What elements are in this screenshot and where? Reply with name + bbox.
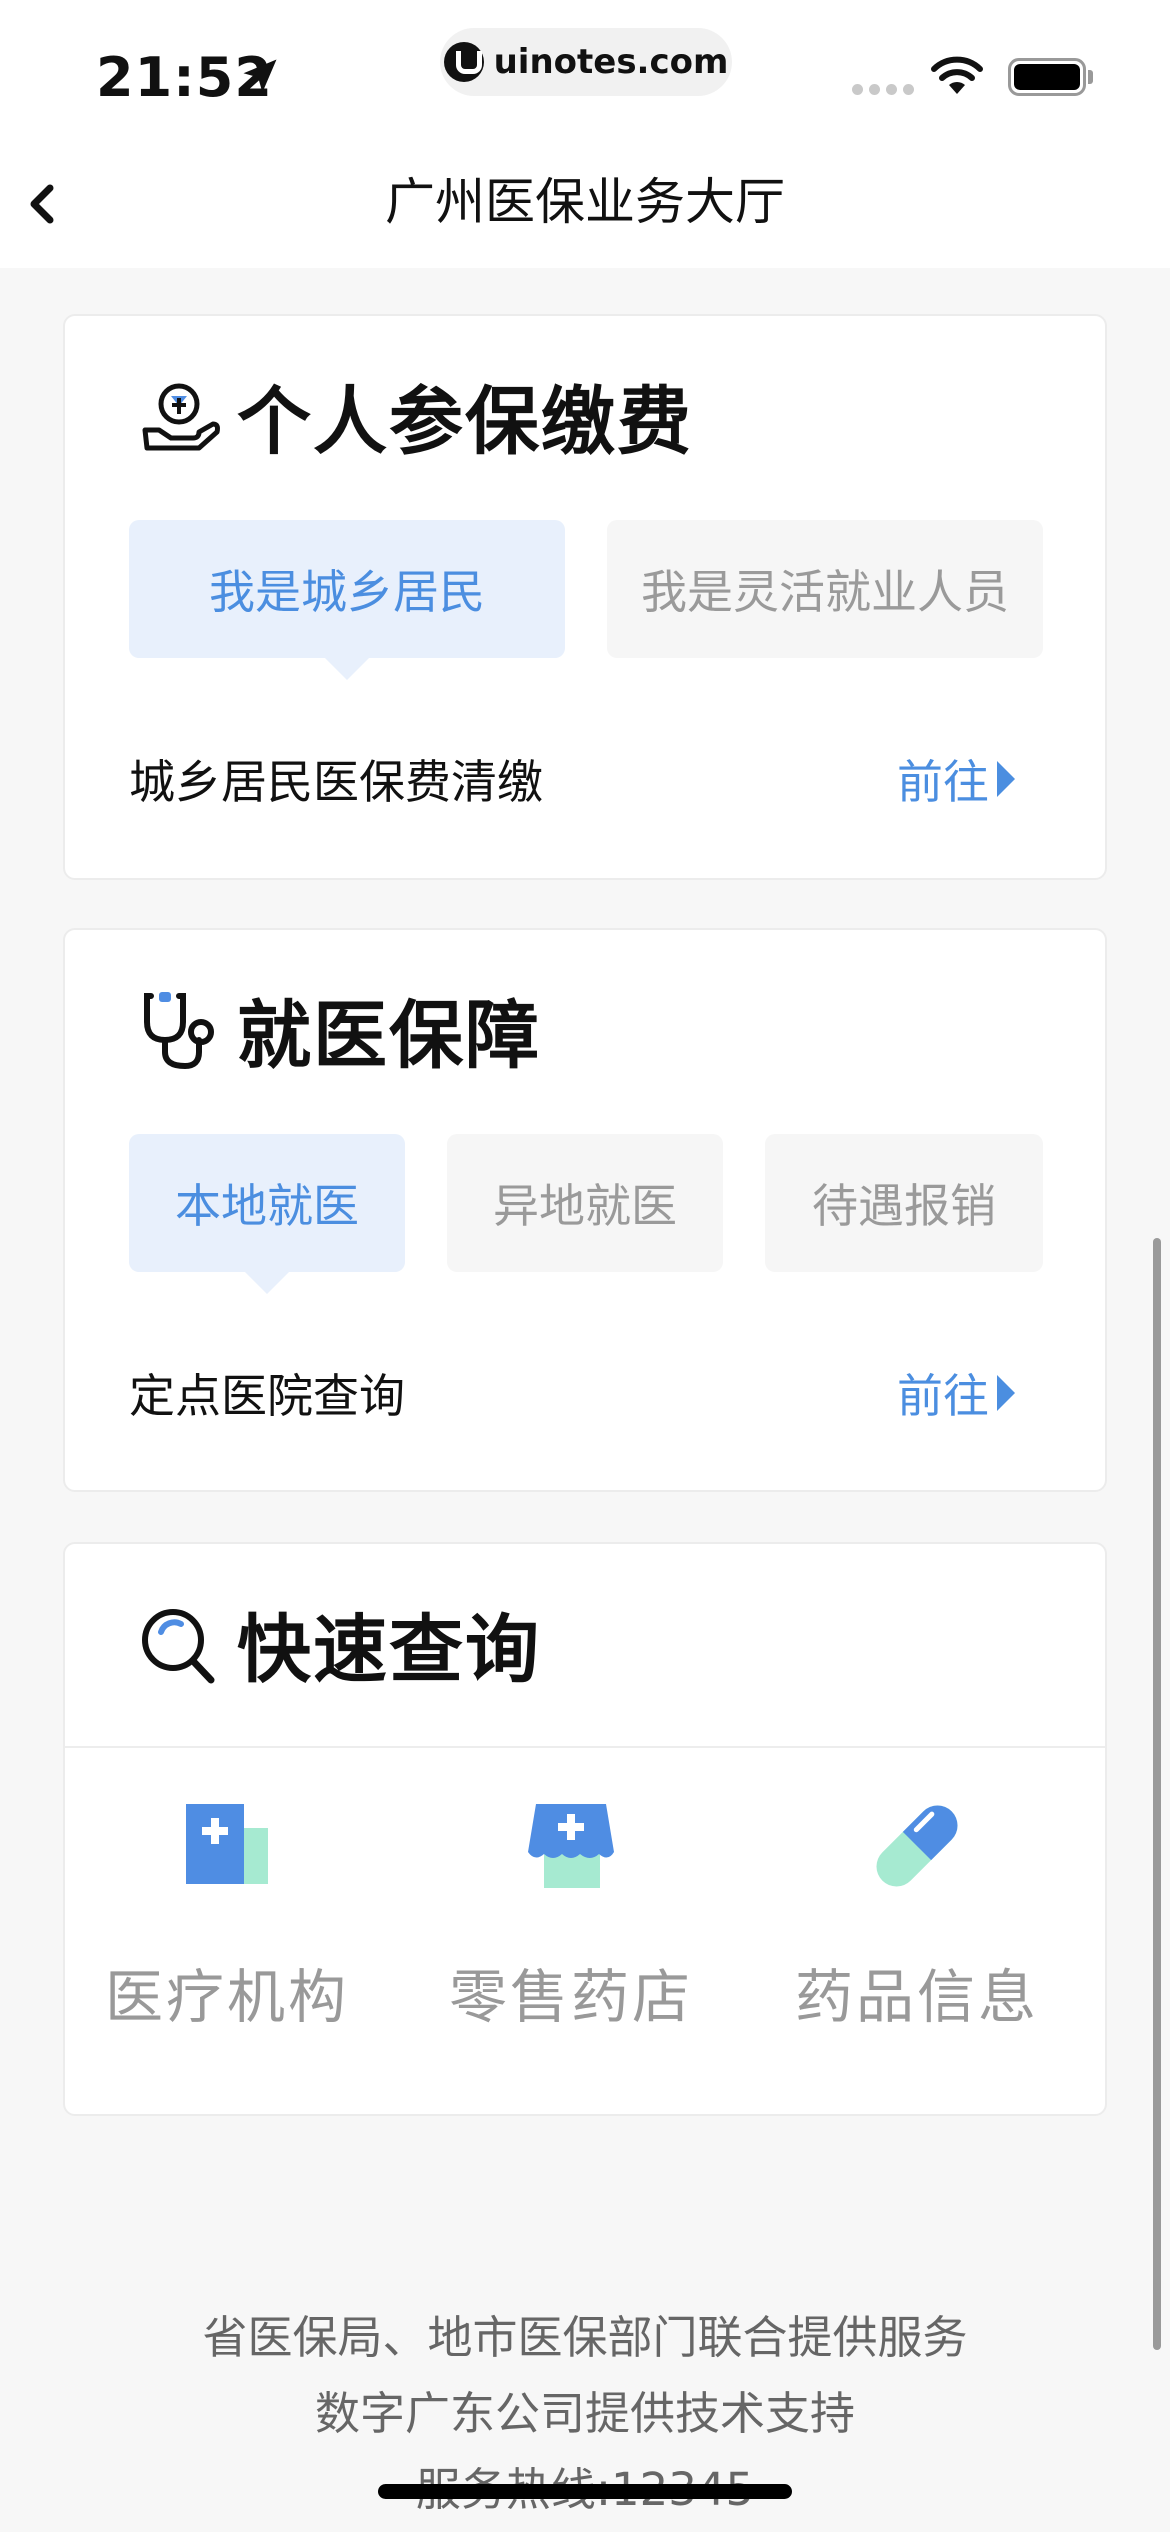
quick-card-divider — [65, 1746, 1105, 1748]
pill-icon — [876, 1805, 958, 1887]
quick-item-drug-label: 药品信息 — [794, 1963, 1039, 2031]
quick-item-hospital-label: 医疗机构 — [104, 1963, 349, 2031]
payment-go-label: 前往 — [897, 755, 989, 809]
payment-row-label: 城乡居民医保费清缴 — [129, 755, 543, 809]
tab-local-medical[interactable]: 本地就医 — [129, 1134, 405, 1294]
quick-card-title: 快速查询 — [237, 1607, 541, 1693]
quick-item-pharmacy-label: 零售药店 — [448, 1963, 693, 2031]
tab-flexible-employee[interactable]: 我是灵活就业人员 — [607, 520, 1043, 658]
hospital-icon — [186, 1804, 268, 1884]
medical-go-link[interactable]: 前往 — [897, 1360, 1015, 1426]
tab-remote-medical[interactable]: 异地就医 — [447, 1134, 723, 1272]
medical-row-label: 定点医院查询 — [129, 1369, 405, 1423]
url-pill[interactable]: uinotes.com — [440, 28, 732, 96]
quick-item-pharmacy[interactable]: 零售药店 — [411, 1796, 731, 2034]
footer-line-service: 省医保局、地市医保部门联合提供服务 — [202, 2311, 968, 2364]
pharmacy-icon — [528, 1804, 614, 1888]
site-logo-icon — [443, 42, 484, 82]
battery-icon — [1008, 58, 1086, 96]
search-icon — [142, 1608, 215, 1683]
home-indicator[interactable] — [378, 2484, 792, 2499]
payment-card: 个人参保缴费 我是城乡居民 我是灵活就业人员 城乡居民医保费清缴 前往 — [63, 314, 1107, 880]
battery-tip — [1088, 70, 1093, 84]
quick-item-drug[interactable]: 药品信息 — [757, 1796, 1077, 2034]
payment-card-header: 个人参保缴费 — [137, 362, 693, 469]
caret-right-icon — [997, 761, 1015, 797]
wifi-icon — [931, 56, 983, 94]
scrollbar[interactable] — [1153, 1238, 1161, 2350]
quick-query-card: 快速查询 医疗机构 零售药店 药品信息 — [63, 1542, 1107, 2116]
footer-line-support: 数字广东公司提供技术支持 — [314, 2387, 855, 2440]
location-arrow-icon — [243, 59, 277, 93]
payment-go-link[interactable]: 前往 — [897, 746, 1015, 812]
medical-card-title: 就医保障 — [237, 993, 541, 1079]
tab-reimbursement[interactable]: 待遇报销 — [765, 1134, 1043, 1272]
tab-urban-rural-resident[interactable]: 我是城乡居民 — [129, 520, 565, 680]
medical-go-label: 前往 — [897, 1369, 989, 1423]
caret-right-icon — [997, 1375, 1015, 1411]
medical-card-header: 就医保障 — [137, 976, 541, 1083]
quick-item-hospital[interactable]: 医疗机构 — [67, 1796, 387, 2034]
payment-card-title: 个人参保缴费 — [237, 379, 693, 465]
stethoscope-icon — [144, 991, 214, 1069]
insurance-hand-icon — [142, 383, 220, 450]
page-title: 广州医保业务大厅 — [385, 173, 785, 231]
quick-card-header: 快速查询 — [137, 1590, 541, 1697]
url-text: uinotes.com — [493, 42, 729, 82]
medical-card: 就医保障 本地就医 异地就医 待遇报销 定点医院查询 前往 — [63, 928, 1107, 1492]
cellular-signal-icon — [852, 84, 914, 95]
